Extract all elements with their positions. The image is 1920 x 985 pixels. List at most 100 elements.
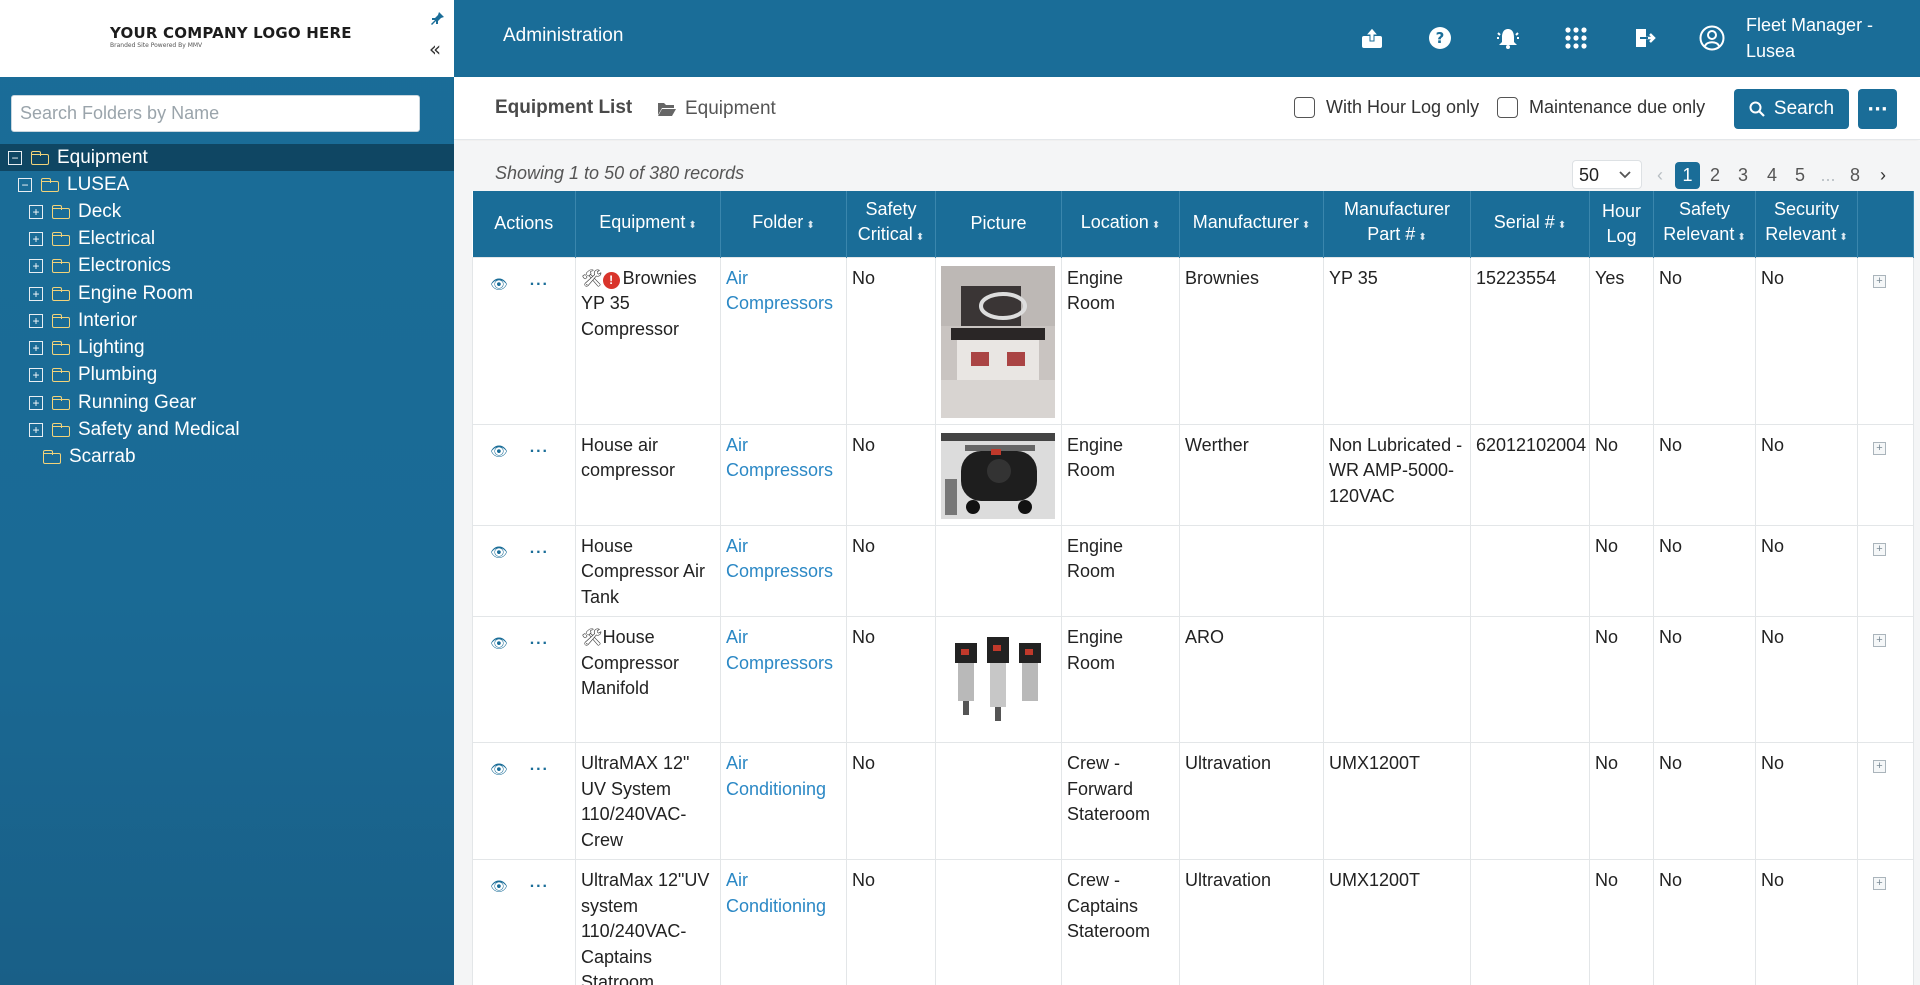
tree-item-deck[interactable]: + Deck — [0, 198, 121, 225]
tree-item-lighting[interactable]: + Lighting — [0, 334, 145, 361]
more-options-button[interactable]: ··· — [1858, 89, 1897, 129]
breadcrumb-equipment-list[interactable]: Equipment List — [495, 97, 632, 119]
row-more-icon[interactable]: ··· — [530, 874, 549, 900]
equipment-photo[interactable] — [941, 432, 1055, 519]
page-4-button[interactable]: 4 — [1764, 162, 1780, 189]
hour-log-checkbox[interactable] — [1294, 97, 1315, 118]
upload-icon[interactable] — [1358, 24, 1386, 52]
folder-link[interactable]: Air Conditioning — [726, 870, 826, 916]
sort-icon[interactable]: ⬍ — [1737, 232, 1745, 243]
expand-toggle[interactable]: + — [29, 340, 43, 355]
help-icon[interactable]: ? — [1426, 24, 1454, 52]
expand-row-button[interactable]: + — [1873, 441, 1886, 455]
page-1-button[interactable]: 1 — [1675, 162, 1700, 189]
view-eye-icon[interactable]: 👁 — [490, 631, 508, 657]
column-header-equipment[interactable]: Equipment ⬍ — [575, 191, 721, 257]
expand-toggle[interactable]: + — [29, 395, 43, 410]
row-more-icon[interactable]: ··· — [530, 439, 549, 465]
column-header-security-relevant[interactable]: Security Relevant ⬍ — [1755, 191, 1858, 257]
folder-link[interactable]: Air Conditioning — [726, 753, 826, 799]
maintenance-due-checkbox[interactable] — [1497, 97, 1518, 118]
expand-toggle[interactable]: + — [29, 286, 43, 301]
folder-link[interactable]: Air Compressors — [726, 268, 833, 314]
column-header-manufacturer[interactable]: Manufacturer ⬍ — [1179, 191, 1324, 257]
page-8-button[interactable]: 8 — [1847, 162, 1863, 189]
collapse-sidebar-icon[interactable]: « — [424, 38, 446, 60]
table-row[interactable]: 👁 ··· UltraMax 12"UV system 110/240VAC-Ca… — [472, 859, 1914, 985]
table-row[interactable]: 👁 ··· House Compressor Air Tank Air Compr… — [472, 524, 1914, 617]
pin-icon[interactable] — [426, 11, 448, 33]
sort-icon[interactable]: ⬍ — [1839, 232, 1847, 243]
row-more-icon[interactable]: ··· — [530, 631, 549, 657]
view-eye-icon[interactable]: 👁 — [490, 757, 508, 783]
sort-icon[interactable]: ⬍ — [916, 232, 924, 243]
search-button[interactable]: Search — [1734, 89, 1849, 129]
collapse-toggle[interactable]: − — [18, 177, 32, 192]
user-name[interactable]: Fleet Manager - Lusea — [1746, 12, 1916, 64]
next-page-button[interactable]: › — [1875, 162, 1891, 189]
table-row[interactable]: 👁 ··· House air compressor Air Compressor… — [472, 423, 1914, 526]
apps-grid-icon[interactable] — [1562, 24, 1590, 52]
expand-row-button[interactable]: + — [1873, 542, 1886, 556]
folder-search-input[interactable] — [11, 95, 420, 132]
logout-icon[interactable] — [1630, 24, 1658, 52]
folder-link[interactable]: Air Compressors — [726, 536, 833, 582]
user-account-icon[interactable] — [1698, 24, 1726, 52]
tree-item-electronics[interactable]: + Electronics — [0, 252, 171, 279]
folder-link[interactable]: Air Compressors — [726, 435, 833, 481]
folder-link[interactable]: Air Compressors — [726, 627, 833, 673]
tree-item-lusea[interactable]: − LUSEA — [0, 171, 129, 198]
table-row[interactable]: 👁 ··· UltraMAX 12" UV System 110/240VAC-C… — [472, 742, 1914, 860]
column-header-safety-critical[interactable]: Safety Critical ⬍ — [846, 191, 936, 257]
view-eye-icon[interactable]: 👁 — [490, 874, 508, 900]
row-more-icon[interactable]: ··· — [530, 540, 549, 566]
column-header-manufacturer-part[interactable]: Manufacturer Part # ⬍ — [1323, 191, 1471, 257]
hour-log-filter[interactable]: With Hour Log only — [1294, 97, 1479, 118]
sort-icon[interactable]: ⬍ — [688, 220, 696, 231]
expand-row-button[interactable]: + — [1873, 760, 1886, 773]
table-row[interactable]: 👁 ··· 🛠! Brownies YP 35 Compressor Air Com… — [472, 256, 1914, 425]
column-header-serial[interactable]: Serial # ⬍ — [1470, 191, 1590, 257]
equipment-photo[interactable] — [941, 265, 1055, 418]
expand-toggle[interactable]: + — [29, 258, 43, 273]
expand-toggle[interactable]: + — [29, 367, 43, 382]
prev-page-button[interactable]: ‹ — [1652, 162, 1668, 189]
view-eye-icon[interactable]: 👁 — [490, 439, 508, 465]
column-header-folder[interactable]: Folder ⬍ — [720, 191, 847, 257]
tree-item-safety-and-medical[interactable]: + Safety and Medical — [0, 416, 240, 443]
expand-row-button[interactable]: + — [1873, 274, 1886, 288]
view-eye-icon[interactable]: 👁 — [490, 272, 508, 298]
row-more-icon[interactable]: ··· — [530, 757, 549, 783]
table-row[interactable]: 👁 ··· 🛠House Compressor Manifold Air Comp… — [472, 616, 1914, 743]
expand-toggle[interactable]: + — [29, 313, 43, 328]
sort-icon[interactable]: ⬍ — [806, 220, 814, 231]
expand-toggle[interactable]: + — [29, 422, 43, 437]
collapse-toggle[interactable]: − — [8, 150, 22, 165]
page-2-button[interactable]: 2 — [1707, 162, 1723, 189]
tree-item-plumbing[interactable]: + Plumbing — [0, 361, 157, 388]
sort-icon[interactable]: ⬍ — [1418, 232, 1426, 243]
column-header-location[interactable]: Location ⬍ — [1061, 191, 1180, 257]
sort-icon[interactable]: ⬍ — [1558, 220, 1566, 231]
tree-item-engine-room[interactable]: + Engine Room — [0, 280, 193, 307]
page-5-button[interactable]: 5 — [1792, 162, 1808, 189]
tree-item-interior[interactable]: + Interior — [0, 307, 137, 334]
sort-icon[interactable]: ⬍ — [1152, 220, 1160, 231]
page-3-button[interactable]: 3 — [1735, 162, 1751, 189]
tree-item-running-gear[interactable]: + Running Gear — [0, 389, 196, 416]
breadcrumb-folder[interactable]: Equipment — [657, 98, 776, 120]
row-more-icon[interactable]: ··· — [530, 272, 549, 298]
expand-toggle[interactable]: + — [29, 204, 43, 219]
alarm-bell-icon[interactable] — [1494, 24, 1522, 52]
sort-icon[interactable]: ⬍ — [1302, 220, 1310, 231]
tree-item-equipment[interactable]: − Equipment — [0, 144, 454, 171]
tree-item-electrical[interactable]: + Electrical — [0, 225, 155, 252]
page-size-select[interactable]: 50 — [1572, 160, 1642, 189]
view-eye-icon[interactable]: 👁 — [490, 540, 508, 566]
expand-row-button[interactable]: + — [1873, 634, 1886, 647]
equipment-photo[interactable] — [941, 625, 1055, 733]
tree-item-scarrab[interactable]: Scarrab — [0, 443, 136, 470]
maintenance-due-filter[interactable]: Maintenance due only — [1497, 97, 1705, 118]
expand-toggle[interactable]: + — [29, 231, 43, 246]
expand-row-button[interactable]: + — [1873, 877, 1886, 890]
